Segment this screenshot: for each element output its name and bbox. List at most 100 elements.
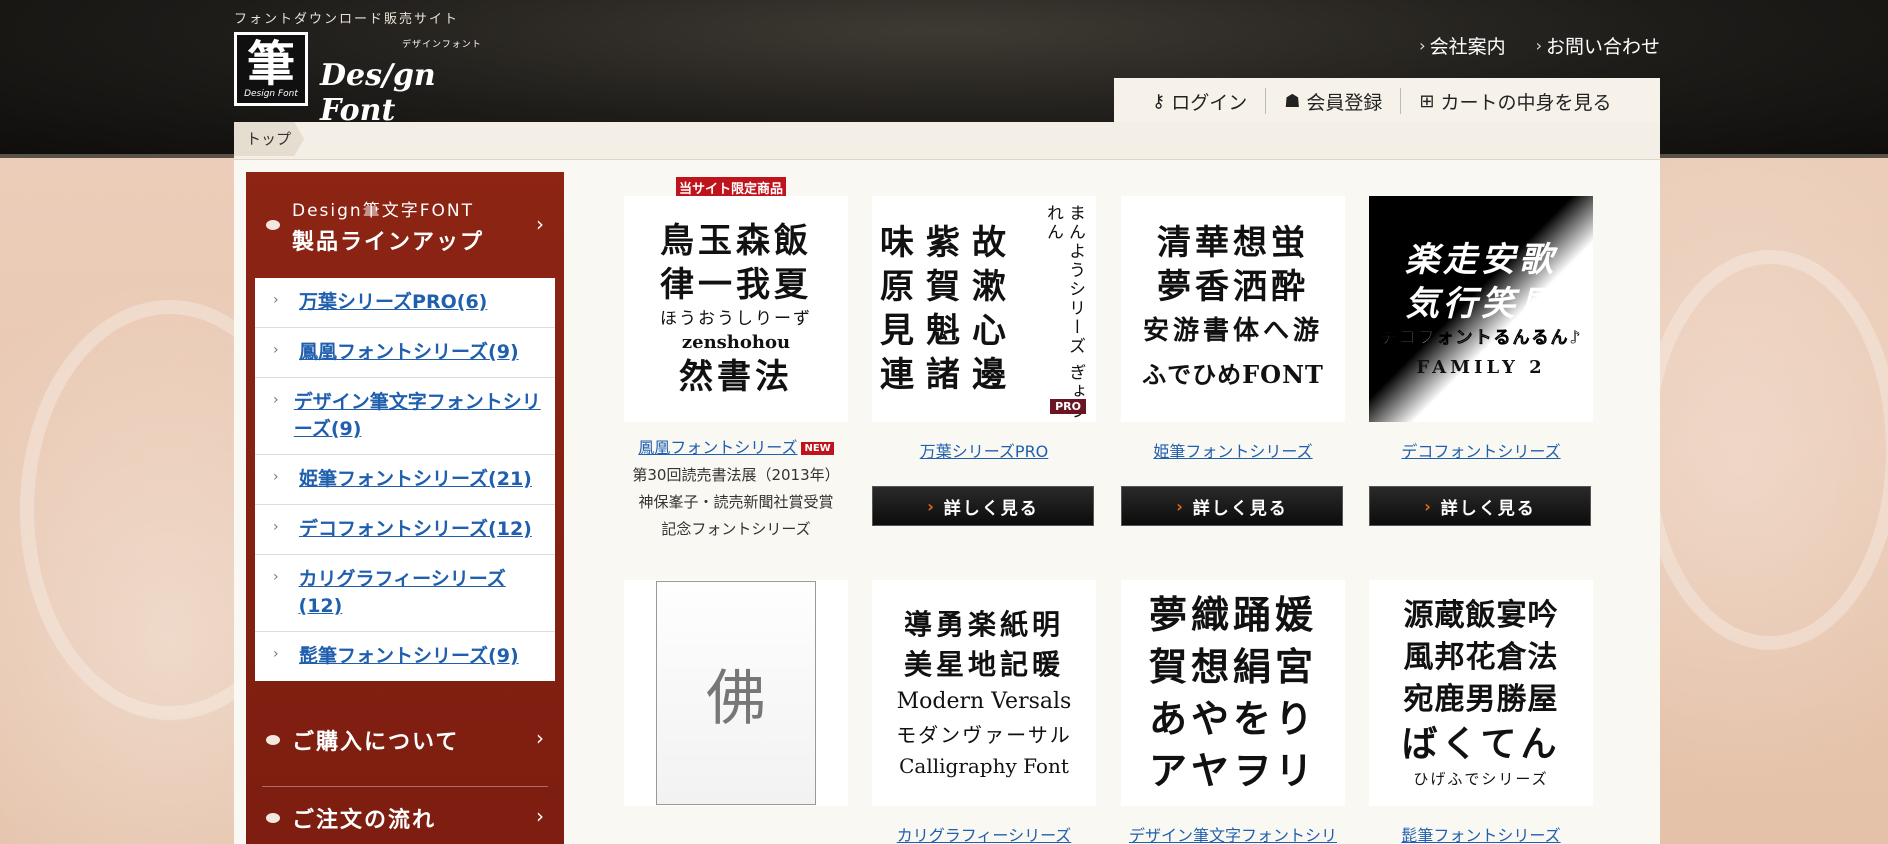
sidebar-item-calligraphy[interactable]: › カリグラフィーシリーズ(12) [255,555,555,632]
chevron-right-icon: › [536,804,544,828]
cart-label: カートの中身を見る [1440,91,1612,114]
new-badge: NEW [801,442,834,455]
page-wrapper: フォントダウンロード販売サイト 筆 Design Font デザインフォント D… [234,0,1660,844]
sidebar-item-label: 鳳凰フォントシリーズ(9) [299,341,519,363]
sidebar-item-design-fude[interactable]: › デザイン筆文字フォントシリーズ(9) [255,378,555,455]
sidebar-item-himefude[interactable]: › 姫筆フォントシリーズ(21) [255,455,555,505]
register-label: 会員登録 [1306,91,1383,114]
chevron-right-icon: › [273,646,279,662]
sample-text: 美星地記暖 [903,648,1064,681]
bullet-icon [266,735,280,745]
product-image[interactable]: 導勇楽紙明 美星地記暖 Modern Versals モダンヴァーサル Call… [872,580,1096,806]
sidebar-item-deco[interactable]: › デコフォントシリーズ(12) [255,505,555,555]
sidebar: Design筆文字FONT 製品ラインアップ › › 万葉シリーズPRO(6) … [246,172,564,844]
product-image[interactable]: 楽走安歌 気行笑風 デコフォントるんるん♪ FAMILY 2 [1369,196,1593,422]
breadcrumb: トップ [234,122,1660,160]
login-button[interactable]: ⚷ ログイン [1134,88,1265,115]
sample-text: 連諸邊 [880,355,1018,395]
description-line: 第30回読売書法展（2013年） [632,466,840,484]
details-button[interactable]: › 詳しく見る [1121,486,1343,526]
sample-text: 賀想絹宮 [1148,644,1317,689]
cart-icon: ⊞ [1419,90,1435,112]
chevron-right-icon: › [1419,36,1426,55]
chevron-right-icon: › [273,392,279,408]
product-image[interactable]: 清華想蛍 夢香洒酔 安游書体へ游 ふでひめFONT [1121,196,1345,422]
details-button[interactable]: › 詳しく見る [1369,486,1591,526]
chevron-right-icon: › [273,519,279,535]
sidebar-head-line2: 製品ラインアップ [292,229,485,255]
site-logo[interactable]: 筆 Design Font デザインフォント Des/gn Font [234,32,486,128]
product-image[interactable]: 鳥玉森飯 律一我夏 ほうおうしりーず zenshohou 然書法 [624,196,848,422]
buddha-illustration-icon: 佛 [656,581,816,805]
contact-link[interactable]: › お問い合わせ [1536,32,1660,59]
cart-button[interactable]: ⊞ カートの中身を見る [1401,88,1629,115]
product-link[interactable]: 鳳凰フォントシリーズ NEW [624,434,848,458]
product-card: 清華想蛍 夢香洒酔 安游書体へ游 ふでひめFONT 姫筆フォントシリーズ › 詳… [1121,196,1345,526]
sample-text: まんようシリーズ ぎょうれん [1043,204,1085,421]
sample-text: ひげふでシリーズ [1413,770,1549,788]
product-card: 導勇楽紙明 美星地記暖 Modern Versals モダンヴァーサル Call… [872,580,1096,844]
sample-text: 然書法 [679,357,793,397]
sample-text: 源蔵飯宴吟 [1403,598,1559,633]
sidebar-item-manyo-pro[interactable]: › 万葉シリーズPRO(6) [255,278,555,328]
product-link[interactable]: 姫筆フォントシリーズ [1121,438,1345,462]
chevron-right-icon: › [1424,496,1433,516]
sample-text: 楽走安歌 [1405,240,1557,280]
product-image[interactable]: 味紫故 原賀漱 見魁心 連諸邊 まんようシリーズ ぎょうれん PRO [872,196,1096,422]
sample-text: デコフォントるんるん♪ [1379,328,1583,349]
product-card: 夢織踊媛 賀想絹宮 あやをり アヤヲリ デザイン筆文字フォントシリーズ [1121,580,1345,844]
pro-badge: PRO [1050,399,1086,414]
product-card: 源蔵飯宴吟 風邦花倉法 宛鹿男勝屋 ばくてん ひげふでシリーズ 髭筆フォントシリ… [1369,580,1593,844]
chevron-right-icon: › [927,496,936,516]
product-link[interactable]: 髭筆フォントシリーズ [1369,822,1593,844]
product-link[interactable]: デコフォントシリーズ [1369,438,1593,462]
sidebar-item-label: カリグラフィーシリーズ(12) [298,568,506,617]
logo-mark: 筆 Design Font [234,32,308,106]
logo-name: Des/gn Font [320,58,436,128]
sample-text: ふでひめFONT [1142,360,1324,389]
product-link[interactable]: カリグラフィーシリーズ [872,822,1096,844]
logo-kanji: 筆 [246,36,295,92]
product-image[interactable]: 夢織踊媛 賀想絹宮 あやをり アヤヲリ [1121,580,1345,806]
product-link-label: 鳳凰フォントシリーズ [638,438,798,457]
sidebar-item-houou[interactable]: › 鳳凰フォントシリーズ(9) [255,328,555,378]
sidebar-item-label: デザイン筆文字フォントシリーズ(9) [293,391,541,440]
sidebar-section-purchase[interactable]: ご購入について › [246,710,564,770]
details-button[interactable]: › 詳しく見る [872,486,1094,526]
sample-text: 見魁心 [880,311,1018,351]
product-image[interactable]: 佛 [624,580,848,806]
sample-text: モダンヴァーサル [896,723,1072,747]
bullet-icon [266,220,280,230]
company-link-label: 会社案内 [1429,36,1506,58]
description-line: 神保峯子・読売新聞社賞受賞 [638,493,834,511]
sample-text: 気行笑風 [1405,284,1557,324]
sidebar-lineup-header[interactable]: Design筆文字FONT 製品ラインアップ › [246,172,564,278]
sample-text: ほうおうしりーず [660,309,812,329]
product-card: 当サイト限定商品 鳥玉森飯 律一我夏 ほうおうしりーず zenshohou 然書… [624,177,848,543]
chevron-right-icon: › [273,569,279,585]
sample-text: zenshohou [681,332,791,353]
product-link[interactable]: デザイン筆文字フォントシリーズ [1121,822,1345,844]
sidebar-item-label: 髭筆フォントシリーズ(9) [299,645,519,667]
company-link[interactable]: › 会社案内 [1419,32,1505,59]
sidebar-item-label: 姫筆フォントシリーズ(21) [299,468,532,490]
divider [262,786,548,787]
sample-text: ばくてん [1401,723,1561,765]
limited-badge: 当サイト限定商品 [676,177,787,198]
product-link[interactable]: 万葉シリーズPRO [872,438,1096,462]
register-button[interactable]: ☗ 会員登録 [1266,88,1400,115]
bg-swirl [1640,250,1888,650]
sidebar-item-higefude[interactable]: › 髭筆フォントシリーズ(9) [255,632,555,681]
sample-text: 味紫故 [880,223,1018,263]
logo-kana: デザインフォント [402,40,482,50]
sidebar-section-order-flow[interactable]: ご注文の流れ › [246,788,564,844]
sample-text: Modern Versals [896,689,1072,714]
product-image[interactable]: 源蔵飯宴吟 風邦花倉法 宛鹿男勝屋 ばくてん ひげふでシリーズ [1369,580,1593,806]
account-bar: ⚷ ログイン ☗ 会員登録 ⊞ カートの中身を見る [1114,78,1660,124]
user-icon: ☗ [1284,90,1301,112]
details-button-label: 詳しく見る [1440,498,1536,519]
breadcrumb-home[interactable]: トップ [234,122,304,156]
details-button-label: 詳しく見る [943,498,1039,519]
chevron-right-icon: › [273,469,279,485]
sidebar-head-line1: Design筆文字FONT [292,201,474,221]
